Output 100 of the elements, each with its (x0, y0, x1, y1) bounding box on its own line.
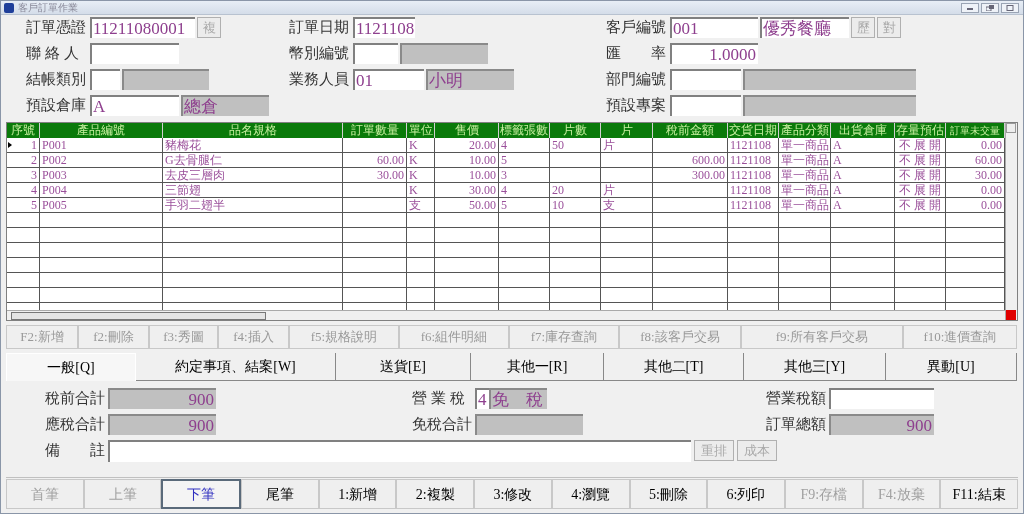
field-label: 稅前合計 (45, 389, 106, 408)
nav-button[interactable]: 4:瀏覽 (551, 479, 630, 509)
column-header: 片數 (550, 123, 601, 138)
table-cell: 1121108 (728, 198, 779, 212)
field-label: 應稅合計 (45, 415, 106, 434)
table-cell: 5 (499, 198, 550, 212)
tab[interactable]: 其他三[Y] (744, 353, 886, 381)
table-cell: P002 (40, 153, 163, 167)
table-cell: 不 展 開 (895, 153, 946, 167)
table-cell: 1121108 (728, 183, 779, 197)
text-field[interactable] (670, 95, 741, 116)
nav-button[interactable]: 6:列印 (707, 479, 785, 509)
tab[interactable]: 送貨[E] (336, 353, 471, 381)
field-label: 預設專案 (606, 96, 667, 115)
table-cell: 3 (7, 168, 40, 182)
corner-marker (1006, 310, 1016, 320)
field-label: 免稅合計 (412, 415, 473, 434)
table-cell: 5 (499, 153, 550, 167)
nav-button[interactable]: 下筆 (161, 479, 242, 509)
tab[interactable]: 一般[Q] (6, 353, 136, 381)
table-cell: P003 (40, 168, 163, 182)
text-field[interactable]: A (90, 95, 179, 116)
table-cell: A (831, 183, 895, 197)
column-header: 產品編號 (40, 123, 163, 138)
horizontal-scrollbar[interactable] (7, 310, 1005, 320)
table-cell: 50 (550, 138, 601, 152)
scroll-thumb[interactable] (11, 312, 266, 320)
app-icon (4, 2, 14, 13)
table-cell: A (831, 198, 895, 212)
text-field[interactable] (90, 43, 179, 64)
nav-button[interactable]: 2:複製 (396, 479, 475, 509)
remarks-field[interactable] (108, 440, 691, 462)
text-field[interactable] (670, 69, 741, 90)
vertical-scrollbar[interactable] (1005, 123, 1017, 320)
table-cell: 4 (499, 138, 550, 152)
text-field[interactable] (829, 388, 934, 409)
table-cell: 1121108 (728, 153, 779, 167)
text-field[interactable]: 01 (353, 69, 424, 90)
scroll-up-icon[interactable] (1006, 123, 1016, 133)
name-display: 免 稅 (489, 388, 547, 409)
nav-button[interactable]: 1:新增 (318, 479, 397, 509)
tab[interactable]: 約定事項、結案[W] (136, 353, 336, 381)
text-field[interactable]: 4 (475, 388, 489, 409)
table-cell: 三節翅 (163, 183, 343, 197)
table-cell: P001 (40, 138, 163, 152)
field-label: 幣別編號 (289, 44, 350, 63)
text-field[interactable]: 優秀餐廳 (760, 17, 849, 38)
text-field[interactable]: 1.0000 (670, 43, 758, 64)
table-cell: 手羽二翅半 (163, 198, 343, 212)
table-cell: 4 (499, 183, 550, 197)
text-field[interactable] (90, 69, 120, 90)
field-label: 備 註 (45, 441, 105, 460)
minimize-icon[interactable] (961, 2, 979, 13)
name-display: 900 (108, 388, 216, 409)
column-header: 訂單數量 (343, 123, 407, 138)
table-cell: 3 (499, 168, 550, 182)
table-cell: 1121108 (728, 138, 779, 152)
table-cell: K (407, 153, 435, 167)
table-cell: 支 (601, 198, 653, 212)
field-label: 營 業 稅 (412, 389, 466, 408)
table-cell: P005 (40, 198, 163, 212)
maximize-icon[interactable] (1001, 2, 1019, 13)
column-header: 序號 (7, 123, 40, 138)
name-display: 900 (108, 414, 216, 435)
text-field[interactable]: 11211080001 (90, 17, 195, 38)
text-field[interactable] (353, 43, 398, 64)
text-field[interactable]: 001 (670, 17, 758, 38)
table-cell: 10.00 (435, 153, 499, 167)
table-cell: 30.00 (343, 168, 407, 182)
nav-button[interactable]: 3:修改 (474, 479, 552, 509)
column-header: 稅前金額 (653, 123, 728, 138)
field-label: 結帳類別 (26, 70, 87, 89)
restore-icon[interactable] (981, 2, 999, 13)
field-label: 訂單憑證 (26, 18, 87, 37)
table-cell: A (831, 138, 895, 152)
nav-button[interactable]: F11:結束 (940, 479, 1018, 509)
name-display: 總倉 (181, 95, 269, 116)
table-cell: 片 (601, 138, 653, 152)
column-header: 售價 (435, 123, 499, 138)
nav-button[interactable]: 5:刪除 (629, 479, 708, 509)
table-cell: 不 展 開 (895, 198, 946, 212)
tab[interactable]: 異動[U] (886, 353, 1017, 381)
table-cell: 10 (550, 198, 601, 212)
nav-button[interactable]: 尾筆 (241, 479, 319, 509)
table-cell: 30.00 (435, 183, 499, 197)
field-label: 業務人員 (289, 70, 350, 89)
text-field[interactable]: 1121108 (353, 17, 415, 38)
table-cell: 豬梅花 (163, 138, 343, 152)
table-cell: 5 (7, 198, 40, 212)
table-cell: 不 展 開 (895, 138, 946, 152)
table-cell: 60.00 (343, 153, 407, 167)
tab[interactable]: 其他一[R] (471, 353, 604, 381)
table-cell: 20 (550, 183, 601, 197)
table-cell: 不 展 開 (895, 183, 946, 197)
table-cell: 單一商品 (779, 138, 831, 152)
table-cell: A (831, 168, 895, 182)
table-cell: 去皮三層肉 (163, 168, 343, 182)
table-cell: 4 (7, 183, 40, 197)
table-cell: A (831, 153, 895, 167)
tab[interactable]: 其他二[T] (604, 353, 744, 381)
